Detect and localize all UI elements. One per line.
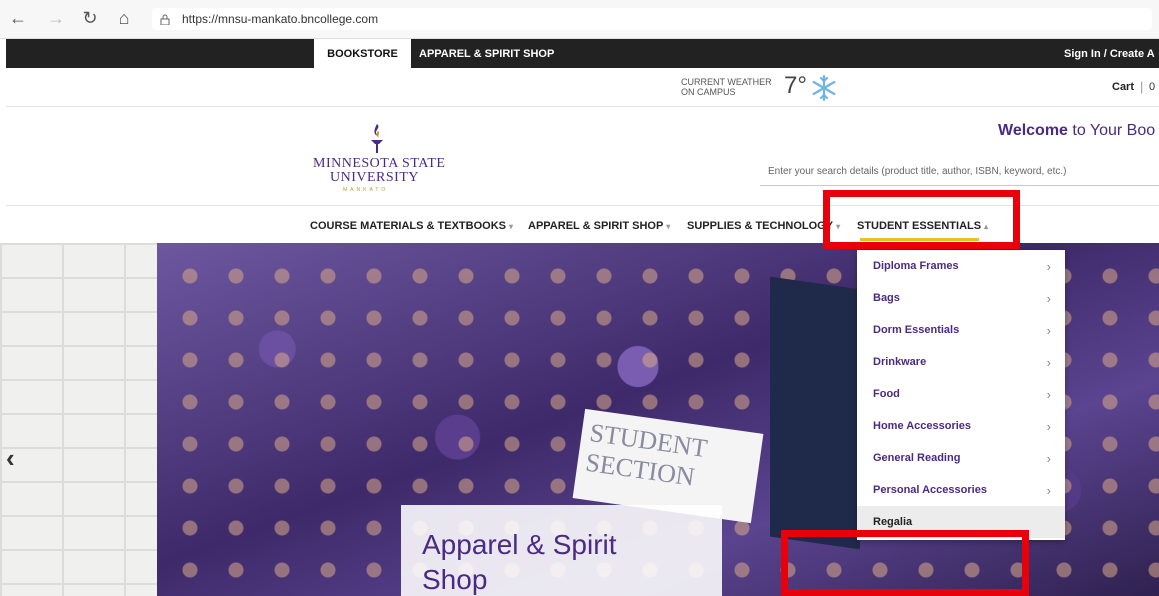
cart-separator: | (1140, 79, 1144, 94)
university-logo[interactable]: MINNESOTA STATE UNIVERSITY MANKATO (313, 122, 445, 198)
dropdown-item-diploma-frames[interactable]: Diploma Frames › (857, 250, 1065, 282)
reload-icon[interactable]: ↻ (80, 9, 100, 27)
brick-wall-background (0, 243, 158, 596)
sign-in-link[interactable]: Sign In / Create A (1064, 39, 1159, 68)
carousel-prev-button[interactable]: ‹ (6, 443, 15, 474)
dropdown-item-food[interactable]: Food › (857, 378, 1065, 410)
utility-bar: CURRENT WEATHER ON CAMPUS 7° Cart | 0 (6, 68, 1159, 107)
dropdown-item-personal-accessories[interactable]: Personal Accessories › (857, 474, 1065, 506)
weather-temperature: 7° (784, 72, 807, 99)
logo-text-line3: MANKATO (343, 187, 389, 193)
chevron-right-icon: › (1046, 418, 1051, 434)
chevron-right-icon: › (1046, 354, 1051, 370)
chevron-right-icon: › (1046, 290, 1051, 306)
chevron-right-icon: › (1046, 258, 1051, 274)
tab-apparel-spirit-shop[interactable]: APPAREL & SPIRIT SHOP (419, 39, 554, 68)
cart-link[interactable]: Cart (1112, 81, 1134, 93)
chevron-right-icon: › (1046, 482, 1051, 498)
nav-apparel-spirit-shop[interactable]: APPAREL & SPIRIT SHOP ▾ (528, 220, 670, 232)
tab-bookstore[interactable]: BOOKSTORE (314, 39, 411, 68)
chevron-right-icon: › (1046, 386, 1051, 402)
dropdown-item-drinkware[interactable]: Drinkware › (857, 346, 1065, 378)
flag-image (770, 276, 860, 550)
dropdown-item-bags[interactable]: Bags › (857, 282, 1065, 314)
highlight-box-regalia (781, 530, 1029, 596)
weather-label: CURRENT WEATHER ON CAMPUS (681, 77, 772, 97)
browser-toolbar: ← → ↻ ⌂ https://mnsu-mankato.bncollege.c… (0, 0, 1159, 39)
home-icon[interactable]: ⌂ (114, 9, 134, 27)
welcome-heading: Welcome to Your Boo (998, 122, 1156, 139)
chevron-right-icon: › (1046, 322, 1051, 338)
dropdown-item-general-reading[interactable]: General Reading › (857, 442, 1065, 474)
lock-icon (160, 14, 170, 25)
chevron-down-icon: ▾ (666, 222, 671, 231)
top-bar: BOOKSTORE APPAREL & SPIRIT SHOP Sign In … (6, 39, 1159, 68)
highlight-box-nav (823, 190, 1020, 249)
nav-supplies-technology[interactable]: SUPPLIES & TECHNOLOGY ▾ (687, 220, 840, 232)
url-text: https://mnsu-mankato.bncollege.com (182, 12, 379, 26)
dropdown-item-dorm-essentials[interactable]: Dorm Essentials › (857, 314, 1065, 346)
promo-card[interactable]: Apparel & Spirit Shop (401, 505, 722, 596)
chevron-down-icon: ▾ (508, 222, 513, 231)
snowflake-icon (812, 74, 836, 102)
logo-text-line2: UNIVERSITY (330, 170, 419, 185)
address-bar[interactable]: https://mnsu-mankato.bncollege.com (152, 8, 1152, 30)
promo-title: Apparel & Spirit Shop (422, 529, 617, 595)
search-input[interactable]: Enter your search details (product title… (760, 158, 1159, 186)
dropdown-item-home-accessories[interactable]: Home Accessories › (857, 410, 1065, 442)
chevron-right-icon: › (1046, 450, 1051, 466)
nav-course-materials[interactable]: COURSE MATERIALS & TEXTBOOKS ▾ (310, 220, 513, 232)
back-icon[interactable]: ← (8, 9, 28, 27)
cart-count[interactable]: 0 (1149, 81, 1155, 93)
student-essentials-dropdown: Diploma Frames › Bags › Dorm Essentials › D… (857, 250, 1065, 540)
forward-icon[interactable]: → (46, 9, 66, 27)
torch-icon (371, 124, 383, 153)
